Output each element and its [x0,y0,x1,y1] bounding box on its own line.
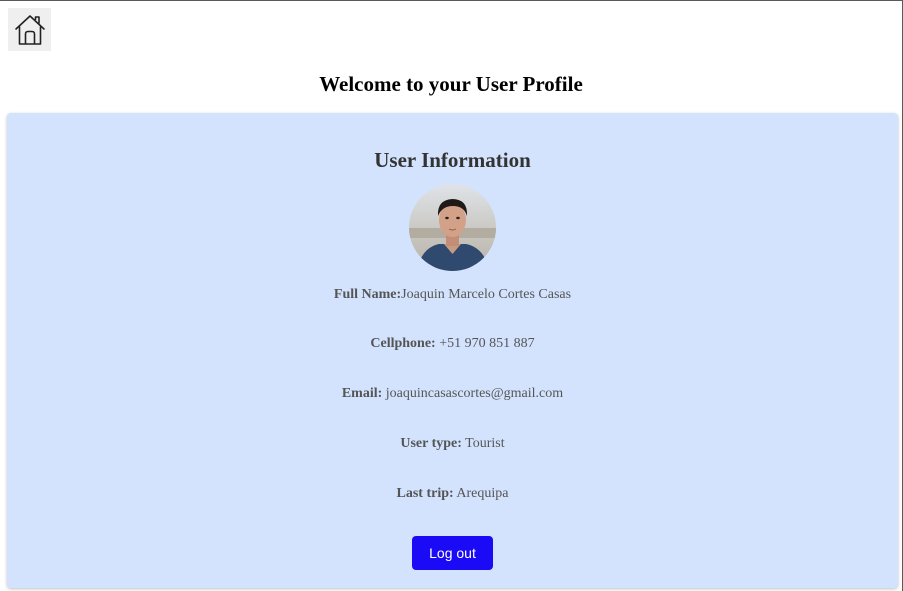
full-name-label: Full Name: [333,287,402,302]
last-trip-label: Last trip: [396,486,454,501]
email-value: joaquincasascortes@gmail.com [382,386,564,401]
home-button[interactable] [8,8,51,51]
page-title: Welcome to your User Profile [319,72,583,96]
email-row: Email: joaquincasascortes@gmail.com [7,385,898,403]
user-type-label: User type: [400,436,462,451]
cellphone-row: Cellphone: +51 970 851 887 [7,335,898,353]
full-name-value: Joaquin Marcelo Cortes Casas [401,287,572,302]
cellphone-value: +51 970 851 887 [435,336,535,351]
full-name-row: Full Name:Joaquin Marcelo Cortes Casas [7,286,898,304]
last-trip-value: Arequipa [453,486,509,501]
profile-page: Welcome to your User Profile User Inform… [0,0,903,591]
email-label: Email: [341,386,383,401]
user-info-card: User Information Full Name:Joaquin Marce… [7,113,898,588]
card-title: User Information [374,148,531,172]
home-icon [13,13,47,47]
last-trip-row: Last trip: Arequipa [7,485,898,503]
user-type-value: Tourist [461,436,505,451]
avatar [409,184,496,271]
cellphone-label: Cellphone: [370,336,436,351]
logout-button[interactable]: Log out [412,536,493,570]
user-type-row: User type: Tourist [7,435,898,453]
